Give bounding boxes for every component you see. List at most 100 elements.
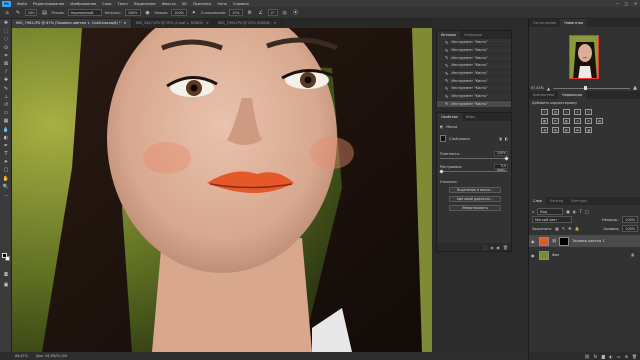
document-canvas[interactable] (12, 28, 432, 352)
layer-mask-thumbnail[interactable] (559, 236, 570, 246)
lock-icon[interactable]: 🔒 (631, 253, 635, 257)
posterize-icon[interactable]: ▨ (552, 127, 559, 133)
photo-filter-icon[interactable]: ◎ (574, 118, 581, 124)
selective-color-icon[interactable]: ◪ (585, 127, 592, 133)
density-slider[interactable] (440, 155, 509, 161)
shape-tool-icon[interactable]: ▢ (0, 166, 12, 174)
menu-filter[interactable]: Фильтр (159, 2, 179, 6)
blur-tool-icon[interactable]: 💧 (0, 125, 12, 133)
exposure-icon[interactable]: ± (574, 109, 581, 115)
navigator-zoom-value[interactable]: 67,43% (531, 86, 544, 90)
flow-input[interactable]: 100% (171, 9, 187, 16)
feather-slider[interactable] (439, 168, 508, 174)
close-icon[interactable]: ✕ (206, 19, 209, 28)
invert-button[interactable]: Инвертировать (449, 205, 501, 211)
opacity-input[interactable]: 100% (124, 9, 141, 16)
tab-history[interactable]: История (437, 31, 460, 39)
eye-icon[interactable]: ◉ (531, 239, 536, 244)
menu-edit[interactable]: Редактирование (30, 2, 67, 6)
history-item[interactable]: ✎ Инструмент "Кисть" (437, 39, 511, 47)
filter-adjust-icon[interactable]: ◐ (573, 209, 577, 214)
brightness-icon[interactable]: ☼ (541, 109, 548, 115)
vibrance-icon[interactable]: ▽ (585, 109, 592, 115)
tab-properties[interactable]: Свойства (437, 113, 462, 121)
brush-settings-icon[interactable]: ▤ (40, 9, 48, 17)
tab-info[interactable]: Инфо (462, 113, 480, 121)
invert-icon[interactable]: ◑ (541, 127, 548, 133)
menu-select[interactable]: Выделение (131, 2, 158, 6)
dodge-tool-icon[interactable]: ◐ (0, 134, 12, 142)
screen-mode-icon[interactable]: ▣ (0, 281, 12, 289)
tab-img-7962[interactable]: IMG_7962.JPG @ 67% (Заливка цветом 1, Сл… (12, 19, 132, 28)
menu-image[interactable]: Изображение (67, 2, 99, 6)
home-icon[interactable]: ⌂ (3, 9, 11, 17)
pressure-opacity-icon[interactable]: ◉ (144, 9, 152, 17)
feather-slider-knob[interactable] (439, 168, 444, 174)
blend-mode-select[interactable]: Мягкий свет (532, 216, 572, 223)
vector-mask-icon[interactable]: ◧ (505, 137, 508, 141)
layer-background[interactable]: ◉ Фон 🔒 (529, 249, 640, 261)
history-item[interactable]: ✎ Инструмент "Кисть" (437, 85, 511, 93)
type-tool-icon[interactable]: T (0, 150, 12, 158)
layer-color-thumbnail[interactable] (539, 236, 549, 246)
tab-histogram[interactable]: Гистограмма (529, 19, 560, 27)
lock-all-icon[interactable]: 🔒 (575, 226, 580, 231)
brush-tool-icon[interactable]: ✎ (0, 85, 12, 93)
menu-help[interactable]: Справка (230, 2, 252, 6)
close-icon[interactable]: ✕ (274, 19, 277, 28)
history-item[interactable]: ✎ Инструмент "Кисть" (437, 47, 511, 55)
pen-tool-icon[interactable]: ✒ (0, 142, 12, 150)
levels-icon[interactable]: ▥ (552, 109, 559, 115)
more-tools-icon[interactable]: … (0, 191, 12, 199)
layer-fill-color-1[interactable]: ◉ ⛓ Заливка цветом 1 (529, 235, 640, 247)
layer-kind-select[interactable]: Вид (537, 208, 564, 215)
gear-icon[interactable]: ⚙ (246, 9, 254, 17)
maximize-button[interactable]: □ (622, 0, 631, 7)
tab-adjustments[interactable]: Коррекция (558, 91, 586, 99)
menu-type[interactable]: Текст (115, 2, 132, 6)
lock-transparency-icon[interactable]: ▦ (555, 226, 559, 231)
brush-tool-icon[interactable]: ✎ (14, 9, 22, 17)
filter-shape-icon[interactable]: ▢ (585, 209, 589, 214)
lock-position-icon[interactable]: ✥ (568, 226, 571, 231)
menu-layers[interactable]: Слои (99, 2, 114, 6)
navigator-preview[interactable] (569, 35, 599, 79)
black-white-icon[interactable]: ◧ (563, 118, 570, 124)
color-lookup-icon[interactable]: ▤ (596, 118, 603, 124)
fill-input[interactable]: 100% (622, 225, 638, 232)
trash-icon[interactable]: 🗑 (632, 354, 637, 359)
navigator-zoom-slider-knob[interactable] (583, 86, 587, 90)
eraser-tool-icon[interactable]: ▭ (0, 109, 12, 117)
hue-saturation-icon[interactable]: ▦ (541, 118, 548, 124)
link-layers-icon[interactable]: ⛓ (585, 354, 590, 359)
crop-tool-icon[interactable]: ⌗ (0, 52, 12, 60)
pressure-size-icon[interactable]: ◎ (281, 9, 289, 17)
menu-window[interactable]: Окно (214, 2, 230, 6)
move-tool-icon[interactable]: ✥ (0, 19, 12, 27)
marquee-tool-icon[interactable]: ⬚ (0, 27, 12, 35)
history-item[interactable]: ✎ Инструмент "Кисть" (437, 93, 511, 101)
history-item[interactable]: ✎ Инструмент "Кисть" (437, 62, 511, 70)
history-item-selected[interactable]: ✎ Инструмент "Кисть" (437, 100, 511, 109)
menu-view[interactable]: Просмотр (190, 2, 214, 6)
tab-img-7993[interactable]: IMG_7993.JPG @ 25% (RGB/8) ✕ (214, 19, 282, 28)
quick-mask-icon[interactable]: ◘ (0, 271, 12, 279)
angle-input[interactable]: 0° (267, 9, 278, 16)
tab-paths[interactable]: Контуры (567, 197, 591, 205)
filter-pixel-icon[interactable]: ▣ (566, 209, 570, 214)
select-and-mask-button[interactable]: Выделение и маска... (449, 187, 501, 193)
history-item[interactable]: ✎ Инструмент "Кисть" (437, 54, 511, 63)
color-balance-icon[interactable]: ⚖ (552, 118, 559, 124)
fx-icon[interactable]: fx (594, 354, 598, 359)
mask-thumbnail[interactable] (440, 135, 446, 142)
smoothing-input[interactable]: 10% (229, 9, 243, 16)
menu-file[interactable]: Файл (14, 2, 30, 6)
feather-input[interactable]: 0,0 пикс. (494, 164, 508, 171)
mode-select[interactable]: Нормальный (67, 9, 102, 16)
symmetry-icon[interactable]: ⦿ (292, 9, 300, 17)
apply-mask-icon[interactable]: ◈ (490, 245, 493, 250)
curves-icon[interactable]: ∿ (563, 109, 570, 115)
eyedropper-tool-icon[interactable]: ⁄ (0, 68, 12, 76)
gradient-tool-icon[interactable]: ▦ (0, 117, 12, 125)
zoom-out-icon[interactable]: ▲ (547, 86, 550, 91)
